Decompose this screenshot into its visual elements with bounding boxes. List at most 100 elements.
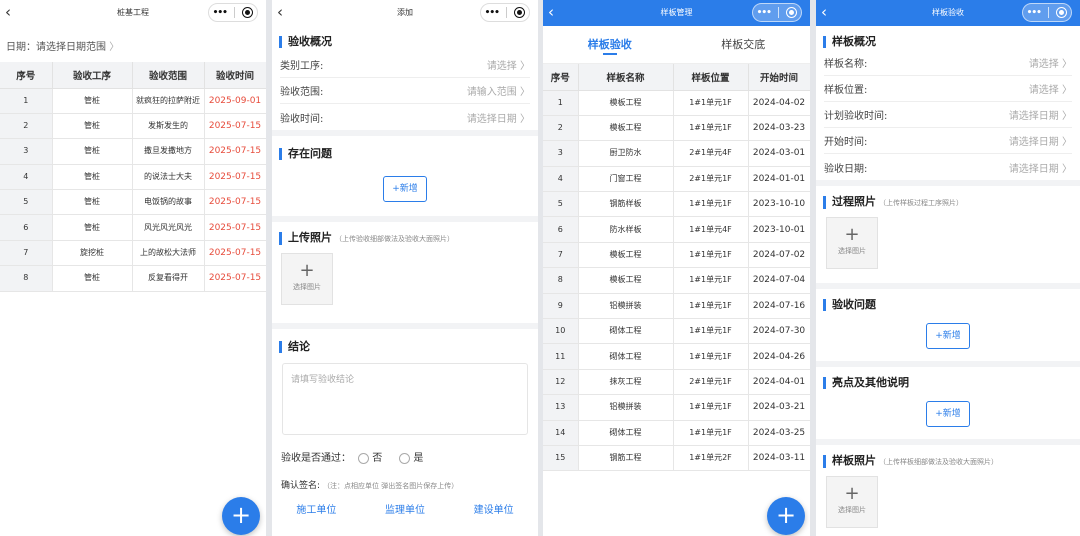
table-cell: 1#1单元1F [673, 115, 749, 142]
field-placeholder: 请选择日期 [1008, 137, 1059, 148]
close-icon[interactable] [1056, 7, 1068, 18]
close-icon[interactable] [514, 7, 526, 18]
signature-units: 施工单位 监理单位 建设单位 [272, 501, 538, 516]
field-process[interactable]: 类别工序: 请选择 〉 [280, 52, 530, 78]
table-row[interactable]: 3 厨卫防水 2#1单元4F 2024-03-01 [543, 140, 810, 167]
table-cell: 砌体工程 [578, 420, 674, 446]
section-note: （上传验收细部做法及验收大面照片） [335, 235, 454, 243]
col-header: 序号 [543, 64, 579, 91]
field-label: 样板名称: [824, 59, 868, 70]
signature-row: 确认签名: （注：点相应单位 弹出签名图片保存上传） [281, 478, 538, 491]
add-fab-button[interactable]: + [222, 497, 260, 535]
table-row[interactable]: 6 防水样板 1#1单元4F 2023-10-01 [543, 216, 810, 243]
table-cell: 管桩 [52, 138, 133, 165]
table-cell: 2024-07-04 [748, 267, 810, 294]
table-row[interactable]: 7 模板工程 1#1单元1F 2024-07-02 [543, 242, 810, 269]
table-row[interactable]: 2 管桩 发斯发生的 2025-07-15 [0, 113, 266, 140]
close-icon[interactable] [242, 7, 254, 18]
more-icon[interactable]: ••• [485, 8, 500, 18]
field-range[interactable]: 验收范围: 请输入范围 〉 [280, 78, 530, 104]
close-icon[interactable] [786, 7, 798, 18]
table-cell: 2025-07-15 [204, 214, 266, 241]
conclusion-textarea[interactable]: 请填写验收结论 [282, 363, 528, 435]
radio-yes[interactable]: 是 [399, 452, 424, 464]
table-row[interactable]: 14 砌体工程 1#1单元1F 2024-03-25 [543, 420, 810, 446]
table-cell: 2024-01-01 [748, 166, 810, 193]
unit-construction-link[interactable]: 施工单位 [296, 501, 336, 516]
table-cell: 抹灰工程 [578, 369, 674, 396]
table-cell: 14 [543, 420, 579, 446]
add-fab-button[interactable]: + [767, 497, 805, 535]
more-icon[interactable]: ••• [1027, 8, 1042, 18]
table-row[interactable]: 1 管桩 就疯狂的拉萨附近 2025-09-01 [0, 88, 266, 114]
unit-supervision-link[interactable]: 监理单位 [385, 501, 425, 516]
more-icon[interactable]: ••• [757, 8, 772, 18]
date-placeholder[interactable]: 请选择日期范围 [36, 42, 106, 53]
col-header: 验收工序 [52, 62, 133, 89]
table-row[interactable]: 13 铝模拼装 1#1单元1F 2024-03-21 [543, 394, 810, 421]
upload-template-photo-button[interactable]: + 选择图片 [826, 476, 878, 528]
radio-no[interactable]: 否 [358, 452, 382, 464]
table-row[interactable]: 8 管桩 反复看得开 2025-07-15 [0, 265, 266, 292]
tab-template-briefing[interactable]: 样板交底 [677, 26, 811, 63]
template-acceptance-screen: ‹ 样板验收 ••• 样板概况 样板名称: 请选择 〉 样板位置: 请选择 〉 计划… [816, 0, 1080, 536]
field-start-date[interactable]: 开始时间: 请选择日期 〉 [824, 128, 1072, 154]
add-highlight-button[interactable]: +新增 [926, 401, 970, 427]
table-cell: 铝模拼装 [578, 293, 674, 320]
table-row[interactable]: 6 管桩 风光风光风光 2025-07-15 [0, 214, 266, 241]
table-cell: 反复看得开 [132, 265, 205, 292]
table-cell: 2 [543, 115, 579, 142]
upload-photo-button[interactable]: + 选择图片 [281, 253, 333, 305]
table-cell: 模板工程 [578, 115, 674, 142]
field-acceptance-date[interactable]: 验收日期: 请选择日期 〉 [824, 154, 1072, 180]
add-issue-button[interactable]: +新增 [383, 176, 427, 202]
field-planned-date[interactable]: 计划验收时间: 请选择日期 〉 [824, 102, 1072, 128]
more-icon[interactable]: ••• [213, 8, 228, 18]
tab-template-acceptance[interactable]: 样板验收 [543, 26, 677, 63]
add-issue-button[interactable]: +新增 [926, 323, 970, 349]
table-row[interactable]: 5 管桩 电饭锅的故事 2025-07-15 [0, 189, 266, 216]
section-title: 样板概况 [823, 36, 1080, 48]
table-row[interactable]: 4 管桩 的说法士大夫 2025-07-15 [0, 164, 266, 191]
table-row[interactable]: 10 砌体工程 1#1单元1F 2024-07-30 [543, 318, 810, 345]
table-cell: 撒旦发撒地方 [132, 138, 205, 165]
pass-question: 验收是否通过： 否 是 [281, 449, 538, 464]
col-header: 样板名称 [578, 64, 674, 91]
table-cell: 10 [543, 318, 579, 345]
field-placeholder: 请选择 [486, 61, 517, 72]
table-row[interactable]: 5 钢筋样板 1#1单元1F 2023-10-10 [543, 191, 810, 218]
table-row[interactable]: 8 模板工程 1#1单元1F 2024-07-04 [543, 267, 810, 294]
unit-owner-link[interactable]: 建设单位 [474, 501, 514, 516]
table-cell: 砌体工程 [578, 318, 674, 345]
table-cell: 就疯狂的拉萨附近 [132, 88, 205, 114]
upload-process-photo-button[interactable]: + 选择图片 [826, 217, 878, 269]
table-cell: 2024-03-21 [748, 394, 810, 421]
table-cell: 1#1单元1F [673, 242, 749, 269]
table-row[interactable]: 3 管桩 撒旦发撒地方 2025-07-15 [0, 138, 266, 165]
field-template-location[interactable]: 样板位置: 请选择 〉 [824, 76, 1072, 102]
table-cell: 2025-07-15 [204, 113, 266, 140]
table-row[interactable]: 12 抹灰工程 2#1单元1F 2024-04-01 [543, 369, 810, 396]
radio-label: 是 [413, 453, 424, 464]
section-title: 结论 [279, 341, 538, 353]
field-template-name[interactable]: 样板名称: 请选择 〉 [824, 50, 1072, 76]
nav-bar: ‹ 样板验收 ••• [816, 0, 1080, 26]
table-cell: 2023-10-01 [748, 216, 810, 243]
table-cell: 门窗工程 [578, 166, 674, 193]
table-cell: 管桩 [52, 189, 133, 216]
table-row[interactable]: 4 门窗工程 2#1单元1F 2024-01-01 [543, 166, 810, 193]
section-title: 样板照片 （上传样板细部做法及验收大面照片） [823, 455, 1080, 468]
table-row[interactable]: 2 模板工程 1#1单元1F 2024-03-23 [543, 115, 810, 142]
table-row[interactable]: 1 模板工程 1#1单元1F 2024-04-02 [543, 90, 810, 116]
chevron-right-icon: 〉 [109, 42, 120, 53]
date-filter[interactable]: 日期：请选择日期范围 〉 [0, 26, 266, 62]
table-cell: 管桩 [52, 113, 133, 140]
section-title: 验收问题 [823, 299, 1080, 311]
tab-bar: 样板验收 样板交底 [543, 26, 810, 64]
table-row[interactable]: 15 钢筋工程 1#1单元2F 2024-03-11 [543, 445, 810, 472]
field-placeholder: 请输入范围 [466, 87, 517, 98]
table-row[interactable]: 7 旋挖桩 上的故松大法师 2025-07-15 [0, 240, 266, 267]
table-row[interactable]: 9 铝模拼装 1#1单元1F 2024-07-16 [543, 293, 810, 320]
table-row[interactable]: 11 砌体工程 1#1单元1F 2024-04-26 [543, 343, 810, 370]
field-time[interactable]: 验收时间: 请选择日期 〉 [280, 104, 530, 130]
